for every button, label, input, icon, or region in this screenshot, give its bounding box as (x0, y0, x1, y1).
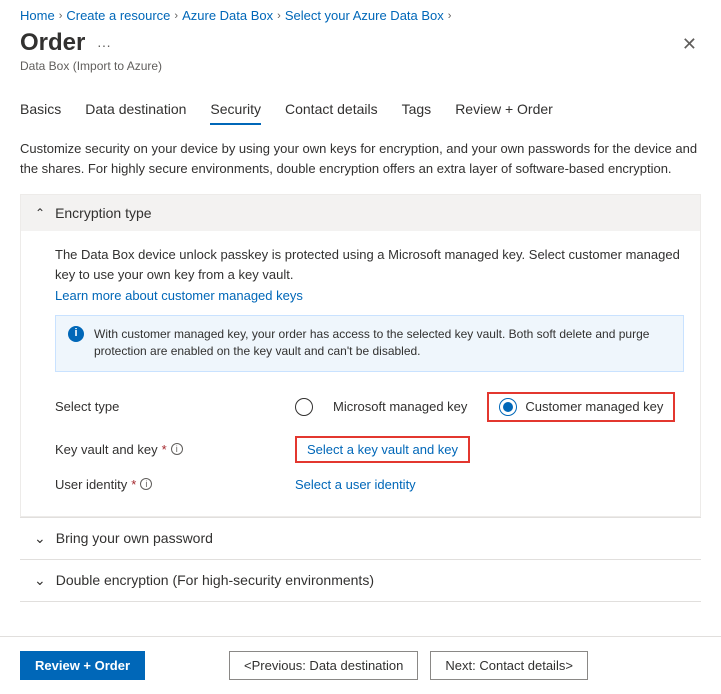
select-user-identity-link[interactable]: Select a user identity (295, 477, 416, 492)
user-identity-label-text: User identity (55, 477, 127, 492)
page-title: Order (20, 29, 85, 57)
tab-basics[interactable]: Basics (20, 101, 61, 125)
tab-security[interactable]: Security (210, 101, 261, 125)
page-subtitle: Data Box (Import to Azure) (20, 59, 701, 73)
breadcrumb: Home › Create a resource › Azure Data Bo… (20, 8, 701, 23)
highlight-customer-managed: Customer managed key (487, 392, 675, 422)
encryption-type-radio-group: Microsoft managed key Customer managed k… (295, 392, 675, 422)
user-identity-label: User identity * i (55, 477, 295, 492)
bring-your-own-password-section[interactable]: ⌄ Bring your own password (20, 517, 701, 559)
required-indicator: * (131, 477, 136, 492)
select-key-vault-link[interactable]: Select a key vault and key (307, 442, 458, 457)
intro-text: Customize security on your device by usi… (20, 139, 701, 178)
more-icon[interactable]: ··· (97, 37, 111, 53)
breadcrumb-link[interactable]: Select your Azure Data Box (285, 8, 444, 23)
chevron-down-icon: ⌄ (34, 572, 46, 589)
key-vault-label-text: Key vault and key (55, 442, 158, 457)
breadcrumb-link[interactable]: Create a resource (66, 8, 170, 23)
previous-button[interactable]: <Previous: Data destination (229, 651, 418, 680)
encryption-desc: The Data Box device unlock passkey is pr… (55, 245, 684, 284)
tab-tags[interactable]: Tags (402, 101, 432, 125)
help-icon[interactable]: i (140, 478, 152, 490)
close-icon[interactable]: ✕ (678, 30, 701, 59)
encryption-type-section: ⌃ Encryption type The Data Box device un… (20, 194, 701, 517)
wizard-footer: Review + Order <Previous: Data destinati… (0, 636, 721, 694)
info-icon: i (68, 326, 84, 342)
section-title: Bring your own password (56, 530, 213, 546)
help-icon[interactable]: i (171, 443, 183, 455)
chevron-right-icon: › (174, 10, 178, 22)
tab-bar: Basics Data destination Security Contact… (20, 101, 701, 125)
radio-microsoft-managed-label: Microsoft managed key (333, 399, 467, 414)
highlight-select-key-vault: Select a key vault and key (295, 436, 470, 463)
info-text: With customer managed key, your order ha… (94, 326, 671, 361)
review-order-button[interactable]: Review + Order (20, 651, 145, 680)
section-title: Double encryption (For high-security env… (56, 572, 374, 588)
user-identity-row: User identity * i Select a user identity (55, 477, 684, 492)
required-indicator: * (162, 442, 167, 457)
key-vault-row: Key vault and key * i Select a key vault… (55, 436, 684, 463)
info-callout: i With customer managed key, your order … (55, 315, 684, 372)
chevron-right-icon: › (59, 10, 63, 22)
chevron-up-icon: ⌃ (35, 206, 45, 220)
section-title: Encryption type (55, 205, 152, 221)
breadcrumb-link[interactable]: Home (20, 8, 55, 23)
radio-microsoft-managed[interactable] (295, 398, 313, 416)
radio-customer-managed[interactable] (499, 398, 517, 416)
key-vault-label: Key vault and key * i (55, 442, 295, 457)
chevron-down-icon: ⌄ (34, 530, 46, 547)
breadcrumb-link[interactable]: Azure Data Box (182, 8, 273, 23)
tab-data-destination[interactable]: Data destination (85, 101, 186, 125)
encryption-type-header[interactable]: ⌃ Encryption type (21, 195, 700, 231)
tab-contact-details[interactable]: Contact details (285, 101, 378, 125)
chevron-right-icon: › (448, 10, 452, 22)
radio-customer-managed-label: Customer managed key (525, 399, 663, 414)
select-type-label: Select type (55, 399, 295, 414)
select-type-row: Select type Microsoft managed key Custom… (55, 392, 684, 422)
double-encryption-section[interactable]: ⌄ Double encryption (For high-security e… (20, 559, 701, 602)
tab-review-order[interactable]: Review + Order (455, 101, 553, 125)
learn-more-link[interactable]: Learn more about customer managed keys (55, 288, 303, 303)
next-button[interactable]: Next: Contact details> (430, 651, 588, 680)
chevron-right-icon: › (277, 10, 281, 22)
